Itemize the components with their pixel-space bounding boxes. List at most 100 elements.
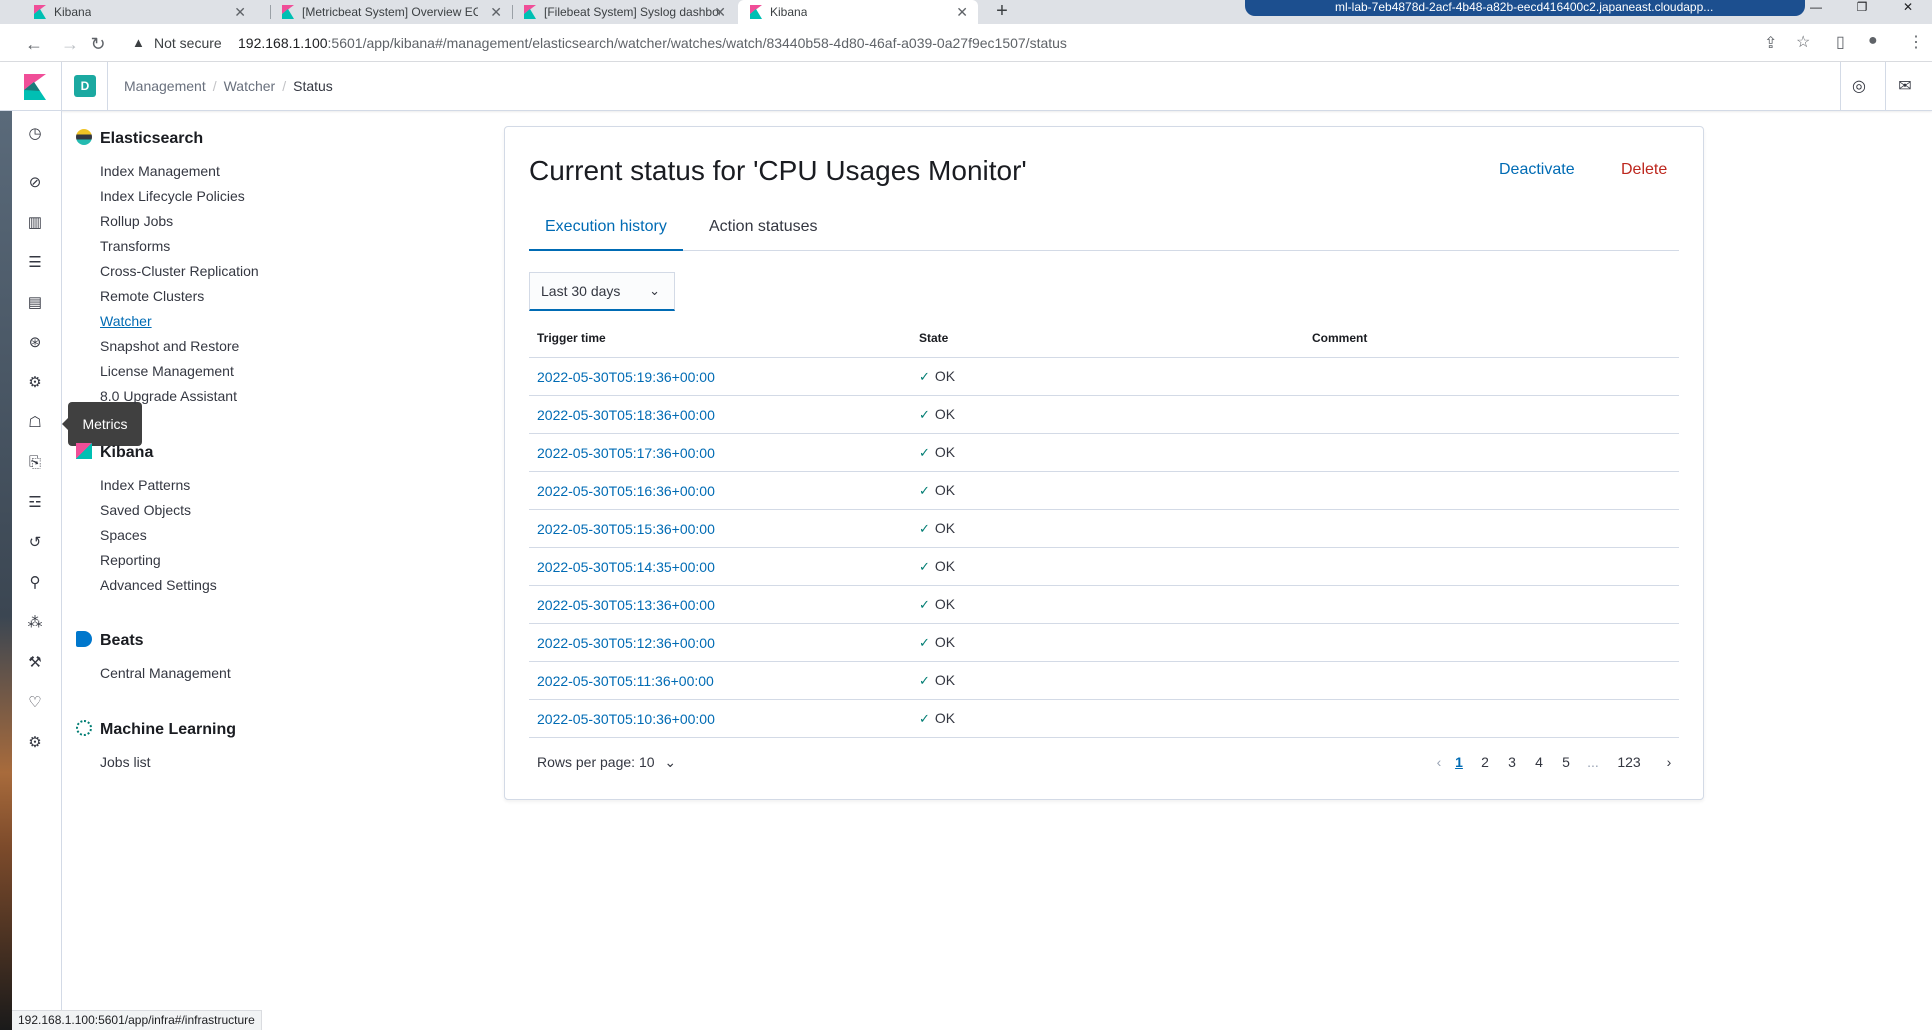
state-text: OK (934, 406, 956, 422)
uptime-icon[interactable]: ↺ (24, 532, 46, 554)
sidenav-item-advanced-settings[interactable]: Advanced Settings (100, 577, 217, 593)
dev-tools-icon[interactable]: ⚒ (24, 652, 46, 674)
security-label[interactable]: Not secure (154, 35, 222, 51)
sidenav-item-license[interactable]: License Management (100, 363, 234, 379)
window-close-icon[interactable]: ✕ (1888, 0, 1928, 14)
trigger-time-link[interactable]: 2022-05-30T05:17:36+00:00 (537, 445, 715, 461)
breadcrumb-management[interactable]: Management (124, 78, 206, 94)
kibana-logo-icon[interactable] (24, 74, 46, 100)
url-text[interactable]: 192.168.1.100:5601/app/kibana#/managemen… (238, 35, 1067, 51)
space-avatar[interactable]: D (74, 75, 96, 97)
close-icon[interactable]: ✕ (714, 4, 726, 21)
state-text: OK (934, 596, 956, 612)
back-icon[interactable]: ← (22, 32, 46, 56)
logs-icon[interactable]: ⎘ (24, 452, 46, 474)
sidenav-item-ccr[interactable]: Cross-Cluster Replication (100, 263, 259, 279)
page-link[interactable]: 2 (1475, 754, 1495, 770)
apm-icon[interactable]: ☲ (24, 492, 46, 514)
share-icon[interactable]: ⇪ (1764, 33, 1777, 53)
state-cell: ✓ OK (919, 596, 955, 613)
graph-icon[interactable]: ⁂ (24, 612, 46, 634)
visualize-icon[interactable]: ▥ (24, 212, 46, 234)
time-range-select[interactable]: Last 30 days ⌄ (529, 272, 675, 311)
browser-tab[interactable]: Kibana ✕ (0, 0, 256, 24)
column-header-trigger-time[interactable]: Trigger time (537, 331, 606, 345)
rows-per-page-button[interactable]: Rows per page: 10 ⌄ (537, 754, 676, 771)
sidenav-item-jobs-list[interactable]: Jobs list (100, 754, 151, 770)
trigger-time-link[interactable]: 2022-05-30T05:14:35+00:00 (537, 559, 715, 575)
kibana-favicon-icon (524, 5, 536, 19)
tab-execution-history[interactable]: Execution history (529, 209, 683, 251)
newsfeed-icon[interactable]: ✉ (1895, 76, 1915, 96)
canvas-icon[interactable]: ▤ (24, 292, 46, 314)
breadcrumb-separator: / (282, 78, 287, 94)
sidenav-item-remote-clusters[interactable]: Remote Clusters (100, 288, 204, 304)
sidenav-item-spaces[interactable]: Spaces (100, 527, 147, 543)
browser-tab[interactable]: [Metricbeat System] Overview EC ✕ (272, 0, 512, 24)
sidenav-item-index-patterns[interactable]: Index Patterns (100, 477, 190, 493)
metrics-icon[interactable]: ☖ (24, 412, 46, 434)
reload-icon[interactable]: ↻ (86, 32, 110, 56)
new-tab-button[interactable]: + (990, 0, 1014, 24)
sidenav-item-saved-objects[interactable]: Saved Objects (100, 502, 191, 518)
delete-button[interactable]: Delete (1621, 161, 1667, 179)
trigger-time-link[interactable]: 2022-05-30T05:12:36+00:00 (537, 635, 715, 651)
sidenav-item-rollup-jobs[interactable]: Rollup Jobs (100, 213, 173, 229)
tab-action-statuses[interactable]: Action statuses (693, 209, 834, 251)
restore-icon[interactable]: ❐ (1842, 0, 1882, 14)
help-icon[interactable]: ◎ (1849, 76, 1869, 96)
sidenav-item-ilm[interactable]: Index Lifecycle Policies (100, 188, 245, 204)
sidenav-item-transforms[interactable]: Transforms (100, 238, 170, 254)
trigger-time-link[interactable]: 2022-05-30T05:19:36+00:00 (537, 369, 715, 385)
sidenav-item-upgrade-assistant[interactable]: 8.0 Upgrade Assistant (100, 388, 237, 404)
table-row: 2022-05-30T05:10:36+00:00 ✓ OK (529, 699, 1679, 737)
more-menu-icon[interactable]: ⋮ (1908, 32, 1924, 52)
siem-icon[interactable]: ⚲ (24, 572, 46, 594)
close-icon[interactable]: ✕ (956, 4, 968, 21)
column-header-comment[interactable]: Comment (1312, 331, 1367, 345)
url-input[interactable]: ▲ Not secure 192.168.1.100:5601/app/kiba… (120, 29, 1780, 57)
trigger-time-link[interactable]: 2022-05-30T05:10:36+00:00 (537, 711, 715, 727)
close-icon[interactable]: ✕ (234, 4, 246, 21)
machine-learning-icon[interactable]: ⚙ (24, 372, 46, 394)
state-text: OK (934, 710, 956, 726)
recently-viewed-icon[interactable]: ◷ (24, 123, 46, 145)
sidenav-item-reporting[interactable]: Reporting (100, 552, 161, 568)
minimize-icon[interactable]: — (1796, 0, 1836, 14)
sidenav-item-snapshot-restore[interactable]: Snapshot and Restore (100, 338, 239, 354)
sidenav-item-watcher[interactable]: Watcher (100, 313, 152, 329)
table-row: 2022-05-30T05:11:36+00:00 ✓ OK (529, 661, 1679, 699)
maps-icon[interactable]: ⊛ (24, 332, 46, 354)
trigger-time-link[interactable]: 2022-05-30T05:15:36+00:00 (537, 521, 715, 537)
page-link[interactable]: 5 (1556, 754, 1576, 770)
column-header-state[interactable]: State (919, 331, 948, 345)
page-link[interactable]: 1 (1449, 754, 1469, 770)
next-page-icon[interactable]: › (1659, 754, 1679, 770)
discover-icon[interactable]: ⊘ (24, 172, 46, 194)
bookmark-star-icon[interactable]: ☆ (1796, 32, 1810, 52)
trigger-time-link[interactable]: 2022-05-30T05:16:36+00:00 (537, 483, 715, 499)
trigger-time-link[interactable]: 2022-05-30T05:18:36+00:00 (537, 407, 715, 423)
sidenav-item-index-management[interactable]: Index Management (100, 163, 220, 179)
sidenav-item-central-management[interactable]: Central Management (100, 665, 231, 681)
management-gear-icon[interactable]: ⚙ (24, 732, 46, 754)
page-link[interactable]: 3 (1502, 754, 1522, 770)
side-panel-icon[interactable]: ▯ (1836, 32, 1845, 52)
close-icon[interactable]: ✕ (490, 4, 502, 21)
watch-status-panel: Current status for 'CPU Usages Monitor' … (504, 126, 1704, 800)
browser-tab-active[interactable]: Kibana ✕ (738, 0, 978, 24)
profile-icon[interactable]: ● (1868, 32, 1878, 50)
table-row: 2022-05-30T05:13:36+00:00 ✓ OK (529, 585, 1679, 623)
stack-monitoring-icon[interactable]: ♡ (24, 692, 46, 714)
breadcrumb-watcher[interactable]: Watcher (224, 78, 276, 94)
page-link[interactable]: 123 (1609, 754, 1649, 770)
dashboard-icon[interactable]: ☰ (24, 252, 46, 274)
trigger-time-link[interactable]: 2022-05-30T05:11:36+00:00 (537, 673, 714, 689)
browser-tab[interactable]: [Filebeat System] Syslog dashboa ✕ (514, 0, 736, 24)
trigger-time-link[interactable]: 2022-05-30T05:13:36+00:00 (537, 597, 715, 613)
warning-icon[interactable]: ▲ (132, 35, 145, 50)
previous-page-icon[interactable]: ‹ (1429, 754, 1449, 770)
page-link[interactable]: 4 (1529, 754, 1549, 770)
forward-icon[interactable]: → (58, 32, 82, 56)
deactivate-button[interactable]: Deactivate (1499, 161, 1575, 179)
